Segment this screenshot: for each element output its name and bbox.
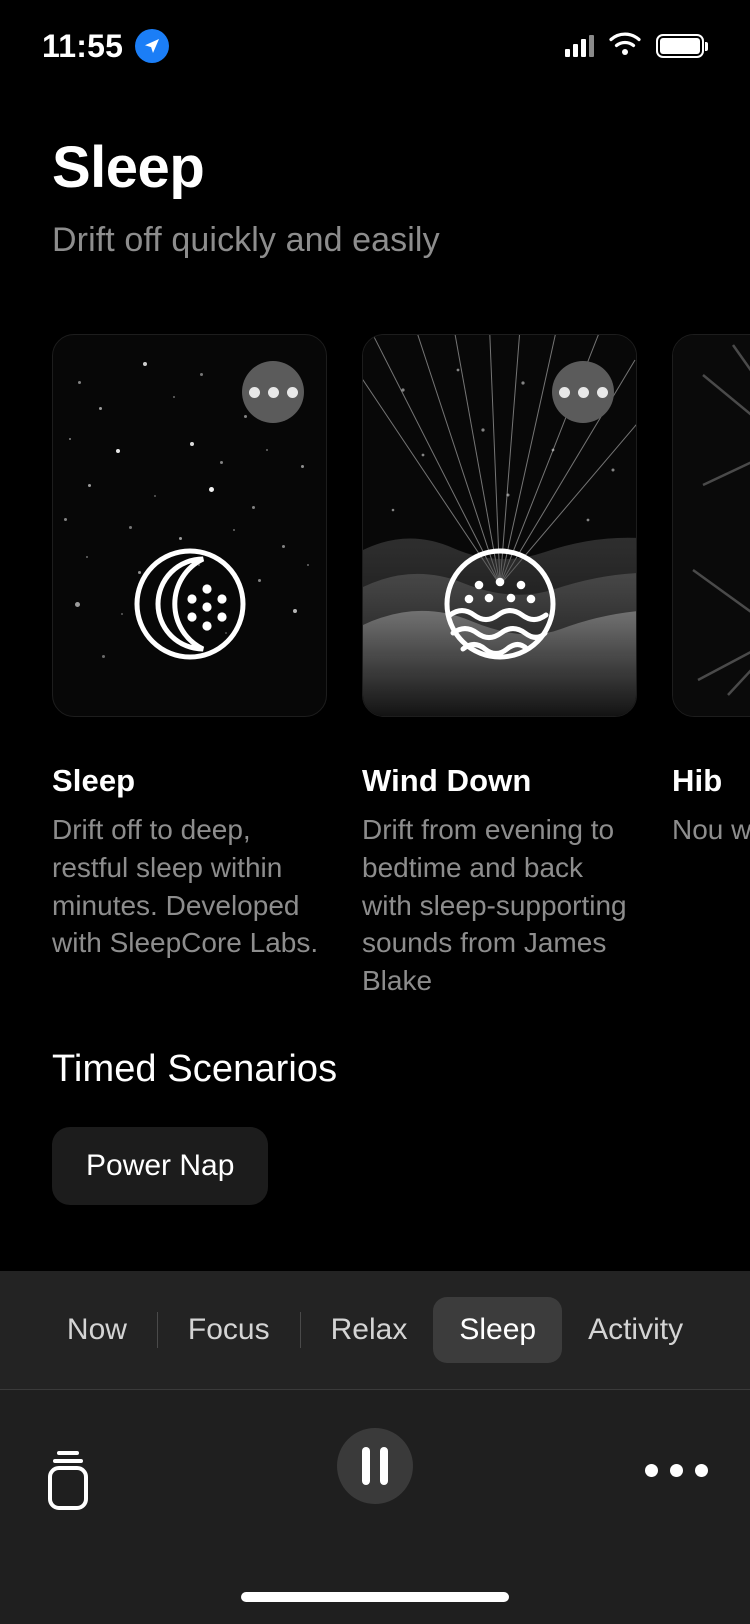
tab-divider	[299, 1312, 301, 1348]
pause-icon[interactable]	[337, 1428, 413, 1504]
status-bar-right	[565, 31, 708, 62]
more-options-icon[interactable]	[552, 361, 614, 423]
scenario-card[interactable]: Sleep Drift off to deep, restful sleep w…	[52, 334, 327, 1000]
location-arrow-icon	[135, 29, 170, 63]
home-indicator	[241, 1592, 509, 1602]
tab-sleep[interactable]: Sleep	[433, 1297, 563, 1363]
stacked-cards-icon[interactable]	[42, 1446, 94, 1517]
angular-rays-decoration	[673, 335, 750, 716]
battery-icon	[656, 34, 708, 58]
wifi-icon	[608, 31, 642, 62]
card-artwork-sunrays[interactable]	[362, 334, 637, 717]
page-title: Sleep	[52, 135, 205, 200]
crescent-moon-dots-icon	[131, 545, 249, 668]
card-description: Nou with sou sea	[672, 814, 750, 845]
page-subtitle: Drift off quickly and easily	[52, 220, 440, 259]
page-header: Sleep Drift off quickly and easily	[52, 135, 440, 260]
card-artwork-angular-rays[interactable]	[672, 334, 750, 717]
card-title: Hib	[672, 763, 723, 798]
scenario-card[interactable]: Hib Nou with sou sea	[672, 334, 750, 1000]
bottom-tab-bar: Now Focus Relax Sleep Activity	[0, 1271, 750, 1389]
tab-relax[interactable]: Relax	[305, 1297, 434, 1363]
tab-list: Now Focus Relax Sleep Activity	[41, 1297, 709, 1363]
more-options-icon[interactable]	[242, 361, 304, 423]
tab-divider	[156, 1312, 158, 1348]
status-bar-time: 11:55	[42, 27, 124, 64]
more-options-icon[interactable]	[645, 1464, 708, 1477]
timed-scenarios-section: Timed Scenarios Power Nap	[52, 1048, 337, 1205]
card-artwork-starfield[interactable]	[52, 334, 327, 717]
tab-activity[interactable]: Activity	[562, 1297, 709, 1363]
scenario-card[interactable]: Wind Down Drift from evening to bedtime …	[362, 334, 637, 1000]
tab-now[interactable]: Now	[41, 1297, 153, 1363]
app-screen: 11:55 Sleep Drift off quickly and easily	[0, 0, 750, 1624]
scenario-card-carousel[interactable]: Sleep Drift off to deep, restful sleep w…	[52, 334, 750, 1000]
status-bar-left: 11:55	[42, 27, 170, 65]
dots-waves-circle-icon	[441, 545, 559, 668]
section-title: Timed Scenarios	[52, 1048, 338, 1090]
card-title: Sleep	[52, 763, 136, 798]
timed-scenario-chip-power-nap[interactable]: Power Nap	[52, 1127, 269, 1205]
player-bar	[0, 1389, 750, 1624]
timed-scenario-chip-list: Power Nap	[52, 1127, 337, 1205]
cellular-signal-icon	[565, 35, 594, 57]
status-bar: 11:55	[0, 0, 750, 92]
card-description: Drift off to deep, restful sleep within …	[52, 814, 319, 959]
card-description: Drift from evening to bedtime and back w…	[362, 814, 627, 997]
tab-focus[interactable]: Focus	[162, 1297, 296, 1363]
card-title: Wind Down	[362, 763, 532, 798]
